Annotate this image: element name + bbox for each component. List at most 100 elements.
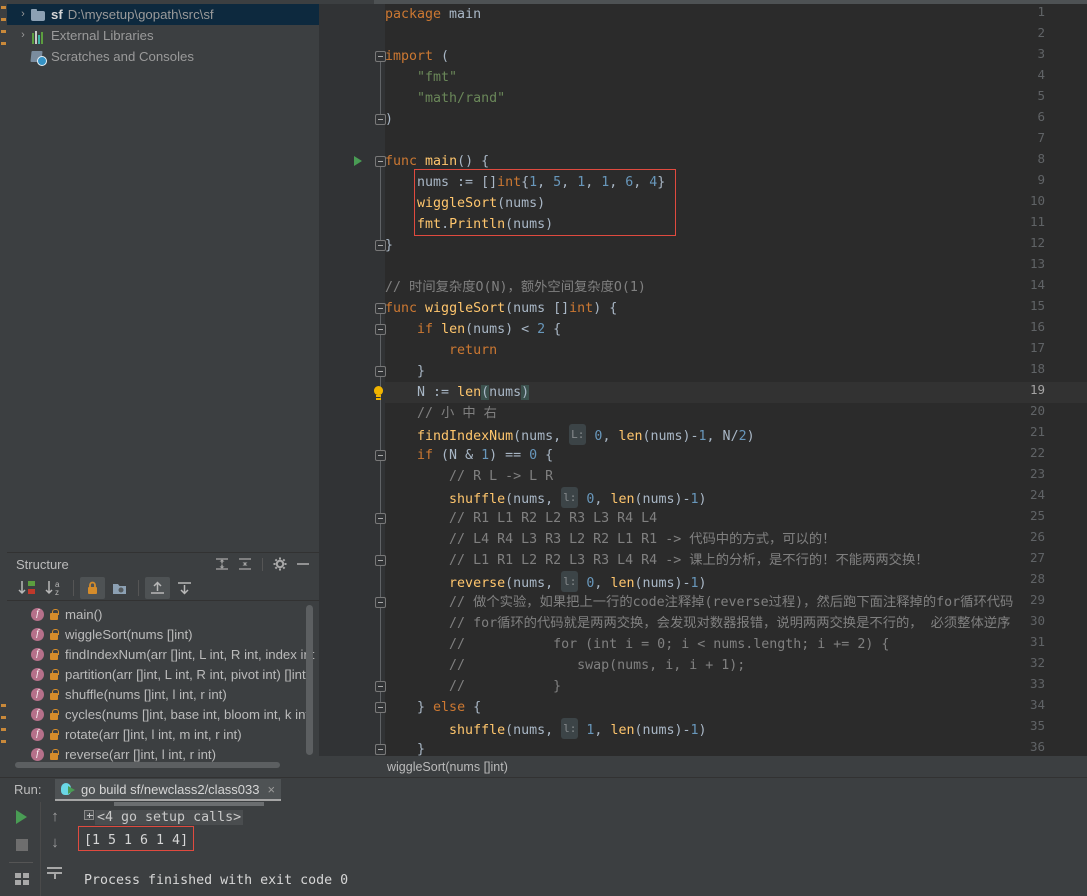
code-line[interactable]: return [385,340,497,361]
function-icon: f [31,667,44,681]
console-toolbar: ↑ ↓ [40,802,68,896]
code-line[interactable]: } else { [385,697,481,718]
code-line[interactable] [385,25,393,46]
console-output-line: [1 5 1 6 1 4] [84,833,188,848]
layout-icon[interactable] [11,868,35,890]
code-line[interactable]: fmt.Println(nums) [385,214,553,235]
breadcrumb[interactable]: wiggleSort(nums []int) [319,756,1087,777]
code-line[interactable]: } [385,739,425,756]
structure-header: Structure [7,553,319,575]
code-line[interactable]: "fmt" [385,67,457,88]
expand-icon[interactable] [84,810,94,820]
chevron-right-icon[interactable]: › [16,30,30,41]
code-line[interactable]: N := len(nums) [385,382,530,403]
structure-list-item[interactable]: f rotate(arr []int, l int, m int, r int) [7,724,319,744]
project-path: D:\mysetup\gopath\src\sf [67,7,214,22]
code-line[interactable]: } [385,361,425,382]
fold-region-line [380,519,381,560]
structure-toolbar: a z [7,575,319,601]
fold-region-line [380,330,381,371]
run-tab-label: go build sf/newclass2/class033 [81,781,260,797]
console-horizontal-scrollbar[interactable] [68,802,1087,806]
code-line[interactable]: // 小 中 右 [385,403,497,424]
run-tab[interactable]: go build sf/newclass2/class033 × [55,779,282,801]
code-line[interactable]: // L1 R1 L2 R2 L3 R3 L4 R4 -> 课上的分析，是不行的… [385,550,929,571]
fold-region-line [380,708,381,749]
scratches-icon [30,49,48,66]
left-tool-stripe[interactable] [0,4,7,896]
scroll-from-source-icon[interactable] [145,576,170,599]
run-gutter-icon[interactable] [352,154,364,168]
gear-icon[interactable] [270,555,290,573]
code-line[interactable]: shuffle(nums, l: 0, len(nums)-1) [385,487,707,508]
project-tree-row-sf[interactable]: › sf D:\mysetup\gopath\src\sf [7,4,319,25]
collapse-all-icon[interactable] [235,555,255,573]
code-line[interactable]: reverse(nums, l: 0, len(nums)-1) [385,571,707,592]
code-line[interactable]: func main() { [385,151,489,172]
structure-header-actions [212,553,313,575]
structure-list-item[interactable]: f cycles(nums []int, base int, bloom int… [7,704,319,724]
svg-text:z: z [55,588,59,597]
group-by-file-icon[interactable] [107,577,132,599]
code-line[interactable]: func wiggleSort(nums []int) { [385,298,617,319]
code-line[interactable]: wiggleSort(nums) [385,193,545,214]
code-line[interactable]: // swap(nums, i, i + 1); [385,655,745,676]
code-line[interactable]: shuffle(nums, l: 1, len(nums)-1) [385,718,707,739]
function-icon: f [31,747,44,761]
project-tree-row-external-libraries[interactable]: › External Libraries [7,25,319,46]
rerun-icon[interactable] [11,806,35,828]
sort-by-visibility-icon[interactable] [15,577,40,599]
code-line[interactable]: // 做个实验，如果把上一行的code注释掉(reverse过程)，然后跑下面注… [385,592,1013,613]
code-line[interactable]: // 时间复杂度O(N)，额外空间复杂度O(1) [385,277,646,298]
structure-vertical-scrollbar[interactable] [306,605,313,755]
scroll-up-icon[interactable]: ↑ [43,805,67,829]
code-line[interactable]: // L4 R4 L3 R3 L2 R2 L1 R1 -> 代码中的方式，可以的… [385,529,835,550]
external-libraries-label: External Libraries [51,28,154,43]
close-icon[interactable]: × [268,783,276,796]
project-name: sf [51,7,63,22]
code-text-area[interactable]: package main import ( "fmt" "math/rand")… [385,4,1087,756]
expand-all-icon[interactable] [212,555,232,573]
stop-icon[interactable] [11,834,35,856]
console-setup-line[interactable]: <4 go setup calls> [84,810,244,825]
code-line[interactable]: findIndexNum(nums, L: 0, len(nums)-1, N/… [385,424,755,445]
chevron-right-icon[interactable]: › [16,9,30,20]
code-line[interactable]: } [385,235,393,256]
structure-horizontal-scrollbar[interactable] [15,762,280,768]
code-line[interactable]: import ( [385,46,449,67]
code-line[interactable]: if len(nums) < 2 { [385,319,561,340]
private-lock-icon [48,608,60,621]
intention-bulb-icon[interactable] [372,385,386,401]
show-non-public-icon[interactable] [80,576,105,599]
structure-list-item[interactable]: f partition(arr []int, L int, R int, piv… [7,664,319,684]
structure-item-label: cycles(nums []int, base int, bloom int, … [65,706,314,722]
function-icon: f [31,707,44,721]
soft-wrap-icon[interactable] [43,860,67,884]
structure-list-item[interactable]: f reverse(arr []int, l int, r int) [7,744,319,764]
minimize-icon[interactable] [293,555,313,573]
project-tree-row-scratches[interactable]: Scratches and Consoles [7,46,319,67]
sort-alphabetically-icon[interactable]: a z [42,577,67,599]
structure-list-item[interactable]: f main() [7,604,319,624]
code-line[interactable] [385,130,393,151]
code-line[interactable]: "math/rand" [385,88,505,109]
code-line[interactable]: // } [385,676,561,697]
structure-list-item[interactable]: f shuffle(nums []int, l int, r int) [7,684,319,704]
code-line[interactable] [385,256,393,277]
ide-window: › sf D:\mysetup\gopath\src\sf › External… [0,0,1087,896]
code-line[interactable]: // R L -> L R [385,466,553,487]
scroll-to-source-icon[interactable] [172,577,197,599]
code-line[interactable]: nums := []int{1, 5, 1, 1, 6, 4} [385,172,665,193]
code-line[interactable]: if (N & 1) == 0 { [385,445,553,466]
console-output[interactable]: <4 go setup calls> [1 5 1 6 1 4] Process… [68,802,1087,896]
scroll-down-icon[interactable]: ↓ [43,831,67,855]
structure-list-item[interactable]: f wiggleSort(nums []int) [7,624,319,644]
code-line[interactable]: // for (int i = 0; i < nums.length; i +=… [385,634,889,655]
divider [73,579,74,596]
code-line[interactable]: // for循环的代码就是两两交换，会发现对数器报错，说明两两交换是不行的， 必… [385,613,1010,634]
structure-list-item[interactable]: f findIndexNum(arr []int, L int, R int, … [7,644,319,664]
code-line[interactable]: // R1 L1 R2 L2 R3 L3 R4 L4 [385,508,657,529]
code-editor[interactable]: 1 2 3 4 5 6 7 8 9 10 11 12 13 14 15 16 17 18 19 20 21 22 23 24 2… [319,4,1087,756]
code-line[interactable]: ) [385,109,393,130]
code-line[interactable]: package main [385,4,481,25]
